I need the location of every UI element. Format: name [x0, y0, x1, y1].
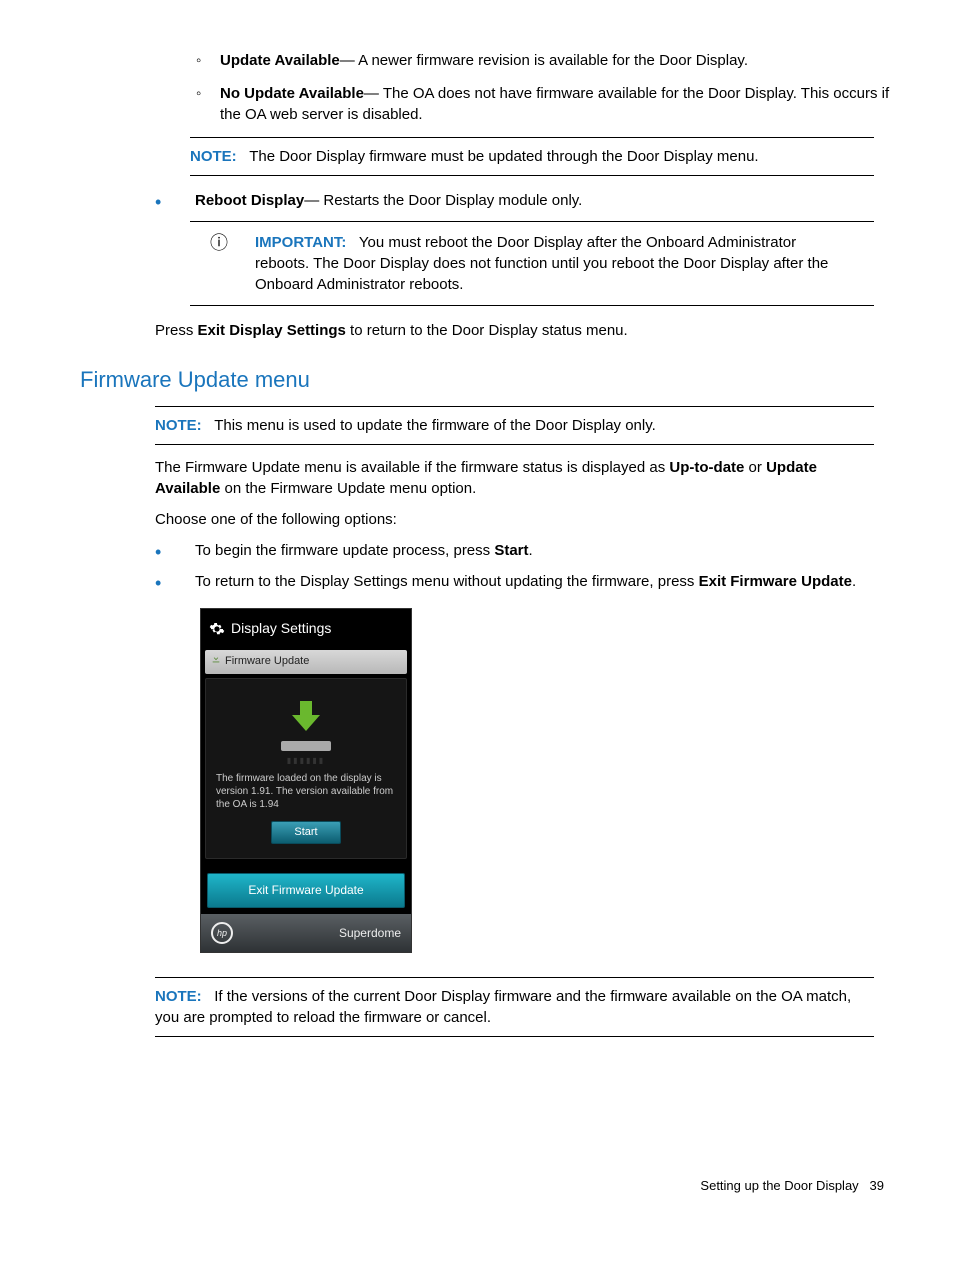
divider: [190, 137, 874, 138]
desc-update-available: — A newer firmware revision is available…: [340, 52, 748, 69]
divider: [155, 977, 874, 978]
divider: [190, 175, 874, 176]
screenshot-subheader: Firmware Update: [205, 650, 407, 673]
screenshot-body: ▮▮▮▮▮▮ The firmware loaded on the displa…: [205, 678, 407, 860]
desc-reboot: — Restarts the Door Display module only.: [304, 192, 582, 209]
note-text: This menu is used to update the firmware…: [214, 417, 656, 434]
download-small-icon: [211, 654, 221, 669]
footer-brand: Superdome: [339, 925, 401, 942]
list-item-no-update: No Update Available— The OA does not hav…: [190, 83, 894, 125]
para-availability: The Firmware Update menu is available if…: [155, 457, 874, 499]
screenshot-header: Display Settings: [201, 609, 411, 649]
note-label: NOTE:: [155, 417, 202, 434]
exit-firmware-button[interactable]: Exit Firmware Update: [207, 873, 405, 908]
section-heading-firmware-update: Firmware Update menu: [80, 365, 894, 396]
label-reboot: Reboot Display: [195, 192, 304, 209]
note-label: NOTE:: [190, 148, 237, 165]
important-icon: ⓘ: [210, 226, 255, 252]
tray-slots: ▮▮▮▮▮▮: [214, 755, 398, 766]
download-arrow-icon: [286, 697, 326, 737]
footer-section: Setting up the Door Display: [700, 1178, 858, 1193]
divider: [190, 305, 874, 306]
para-choose: Choose one of the following options:: [155, 509, 874, 530]
note-block-1: NOTE: The Door Display firmware must be …: [190, 137, 874, 176]
footer-page-number: 39: [870, 1178, 884, 1193]
screenshot-header-text: Display Settings: [231, 619, 331, 639]
screenshot-footer: hp Superdome: [201, 914, 411, 952]
start-button[interactable]: Start: [271, 821, 340, 844]
divider: [190, 221, 874, 222]
firmware-version-text: The firmware loaded on the display is ve…: [216, 772, 396, 811]
list-item-reboot: Reboot Display— Restarts the Door Displa…: [155, 190, 894, 211]
label-update-available: Update Available: [220, 52, 340, 69]
important-block: ⓘ IMPORTANT: You must reboot the Door Di…: [145, 221, 874, 306]
list-item-exit: To return to the Display Settings menu w…: [155, 571, 894, 592]
divider: [155, 444, 874, 445]
note-text: The Door Display firmware must be update…: [249, 148, 758, 165]
gear-icon: [209, 621, 225, 637]
tray-icon: [281, 741, 331, 751]
divider: [155, 406, 874, 407]
device-screenshot: Display Settings Firmware Update ▮▮▮▮▮▮ …: [200, 608, 412, 953]
list-item-update-available: Update Available— A newer firmware revis…: [190, 50, 894, 71]
note-block-3: NOTE: If the versions of the current Doo…: [155, 977, 874, 1037]
note-label: NOTE:: [155, 988, 202, 1005]
press-exit-para: Press Exit Display Settings to return to…: [155, 320, 874, 341]
note-block-2: NOTE: This menu is used to update the fi…: [155, 406, 874, 445]
hp-logo-icon: hp: [211, 922, 233, 944]
note-text: If the versions of the current Door Disp…: [155, 988, 851, 1026]
list-item-start: To begin the firmware update process, pr…: [155, 540, 894, 561]
page-footer: Setting up the Door Display 39: [80, 1177, 894, 1195]
important-label: IMPORTANT:: [255, 234, 346, 251]
label-no-update: No Update Available: [220, 85, 364, 102]
divider: [155, 1036, 874, 1037]
